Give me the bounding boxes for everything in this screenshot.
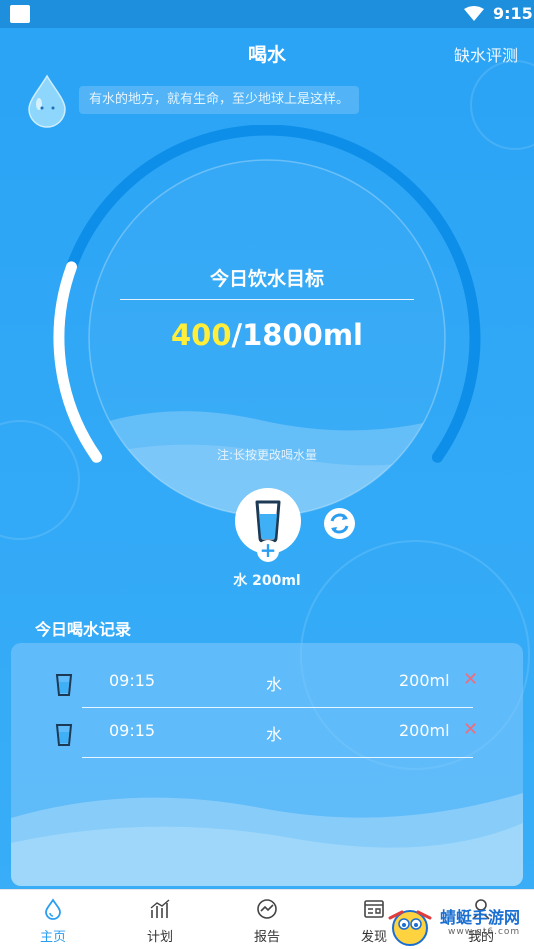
records-title: 今日喝水记录: [35, 620, 132, 639]
watermark-url: www.qt6.com: [448, 927, 521, 937]
goal-current-amount: 400: [170, 318, 232, 352]
discover-icon: [364, 900, 384, 918]
goal-label: 今日饮水目标: [209, 268, 324, 290]
dehydration-test-link[interactable]: 缺水评测: [454, 42, 518, 66]
records-wave-decoration: [11, 793, 523, 886]
status-time: 9:15: [493, 4, 533, 23]
tip-bubble: 有水的地方，就有生命，至少地球上是这样。: [79, 86, 360, 114]
nav-item-home[interactable]: 主页: [13, 890, 93, 949]
record-row: 09:15 水 200ml ✕: [11, 707, 523, 758]
switch-drink-button[interactable]: [324, 508, 355, 539]
drink-amount-label: 水 200ml: [233, 573, 301, 589]
watermark-text: 蜻蜓手游网: [440, 908, 521, 927]
record-type: 水: [266, 675, 283, 694]
plan-chart-icon: [150, 899, 170, 918]
cup-icon: [55, 674, 73, 696]
water-drop-mascot-icon: [28, 74, 66, 128]
record-divider: [82, 757, 473, 758]
nav-label: 主页: [39, 930, 66, 945]
nav-label: 报告: [253, 930, 280, 945]
notification-icon: [10, 5, 30, 23]
goal-value[interactable]: 400/1800ml: [0, 318, 534, 352]
nav-item-plan[interactable]: 计划: [120, 890, 200, 949]
record-amount: 200ml: [399, 721, 450, 740]
record-time: 09:15: [109, 721, 156, 740]
status-bar: 9:15: [0, 0, 534, 28]
cup-icon: [55, 724, 73, 746]
goal-target-amount: /1800ml: [231, 318, 363, 352]
nav-label: 计划: [146, 930, 173, 945]
site-watermark: 蜻蜓手游网 www.qt6.com: [384, 904, 534, 949]
report-icon: [257, 899, 277, 919]
record-time: 09:15: [109, 671, 156, 690]
hint-text: 注:长按更改喝水量: [216, 448, 318, 462]
dragonfly-logo-icon: [388, 910, 432, 946]
record-row: 09:15 水 200ml ✕: [11, 657, 523, 708]
delete-record-button[interactable]: ✕: [463, 719, 478, 740]
refresh-icon: [330, 513, 349, 534]
records-card: 09:15 水 200ml ✕ 09:15 水 200ml ✕: [11, 643, 523, 886]
goal-divider: [120, 299, 414, 300]
nav-item-report[interactable]: 报告: [227, 890, 307, 949]
app-screen: 9:15 喝水 缺水评测 有水的地方，就有生命，至少地球上是这样。 今日饮水目标…: [0, 0, 534, 949]
home-drop-icon: [45, 898, 61, 920]
wifi-icon: [464, 6, 484, 21]
delete-record-button[interactable]: ✕: [463, 669, 478, 690]
record-type: 水: [266, 725, 283, 744]
record-amount: 200ml: [399, 671, 450, 690]
plus-icon[interactable]: +: [257, 540, 279, 562]
